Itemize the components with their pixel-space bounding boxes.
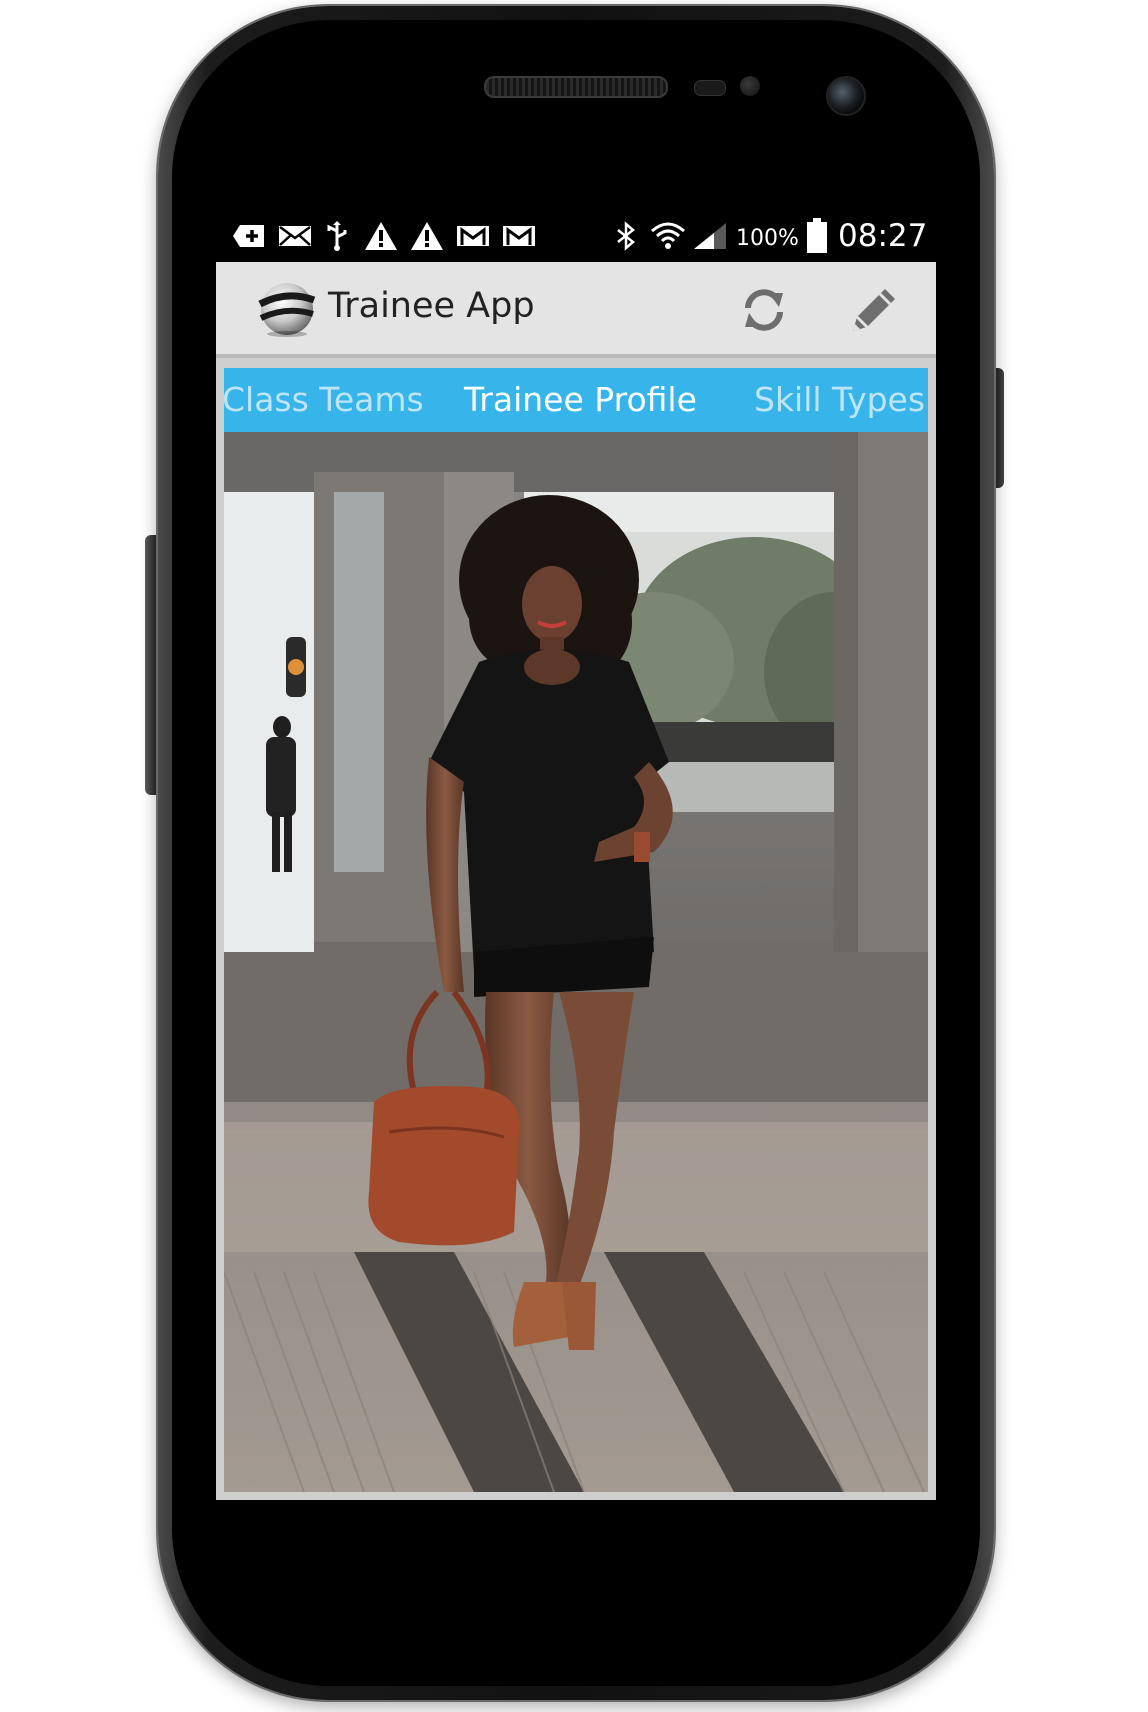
earpiece-speaker bbox=[484, 76, 668, 98]
warning-icon bbox=[364, 222, 398, 250]
proximity-sensor bbox=[694, 80, 726, 96]
app-globe-logo-icon[interactable] bbox=[258, 280, 316, 338]
refresh-button[interactable] bbox=[736, 282, 792, 338]
light-sensor bbox=[740, 76, 760, 96]
tab-trainee-profile[interactable]: Trainee Profile bbox=[464, 380, 697, 419]
pencil-icon bbox=[853, 289, 895, 331]
battery-percent: 100% bbox=[736, 226, 799, 251]
refresh-icon bbox=[745, 289, 783, 331]
bluetooth-icon bbox=[614, 221, 638, 251]
signal-icon bbox=[692, 222, 728, 250]
edit-button[interactable] bbox=[846, 282, 902, 338]
wifi-icon bbox=[650, 222, 686, 250]
status-bar: 100% 08:27 bbox=[216, 210, 936, 262]
tab-strip: Class Teams Trainee Profile Skill Types bbox=[224, 368, 928, 432]
add-notification-icon bbox=[232, 222, 266, 250]
status-clock: 08:27 bbox=[838, 218, 928, 254]
gmail-icon bbox=[456, 222, 490, 250]
app-title: Trainee App bbox=[328, 286, 535, 326]
action-bar: Trainee App bbox=[216, 262, 936, 358]
trainee-profile-photo bbox=[224, 432, 928, 1492]
front-camera bbox=[826, 76, 866, 116]
email-icon bbox=[278, 222, 312, 250]
battery-icon bbox=[806, 218, 828, 254]
tab-skill-types[interactable]: Skill Types bbox=[754, 380, 925, 419]
device-mockup: 100% 08:27 Trainee App Class Teams Train… bbox=[0, 0, 1148, 1712]
usb-icon bbox=[324, 221, 350, 251]
screen: 100% 08:27 Trainee App Class Teams Train… bbox=[216, 210, 936, 1500]
tab-class-teams[interactable]: Class Teams bbox=[224, 380, 424, 419]
gmail-icon bbox=[502, 222, 536, 250]
warning-icon bbox=[410, 222, 444, 250]
